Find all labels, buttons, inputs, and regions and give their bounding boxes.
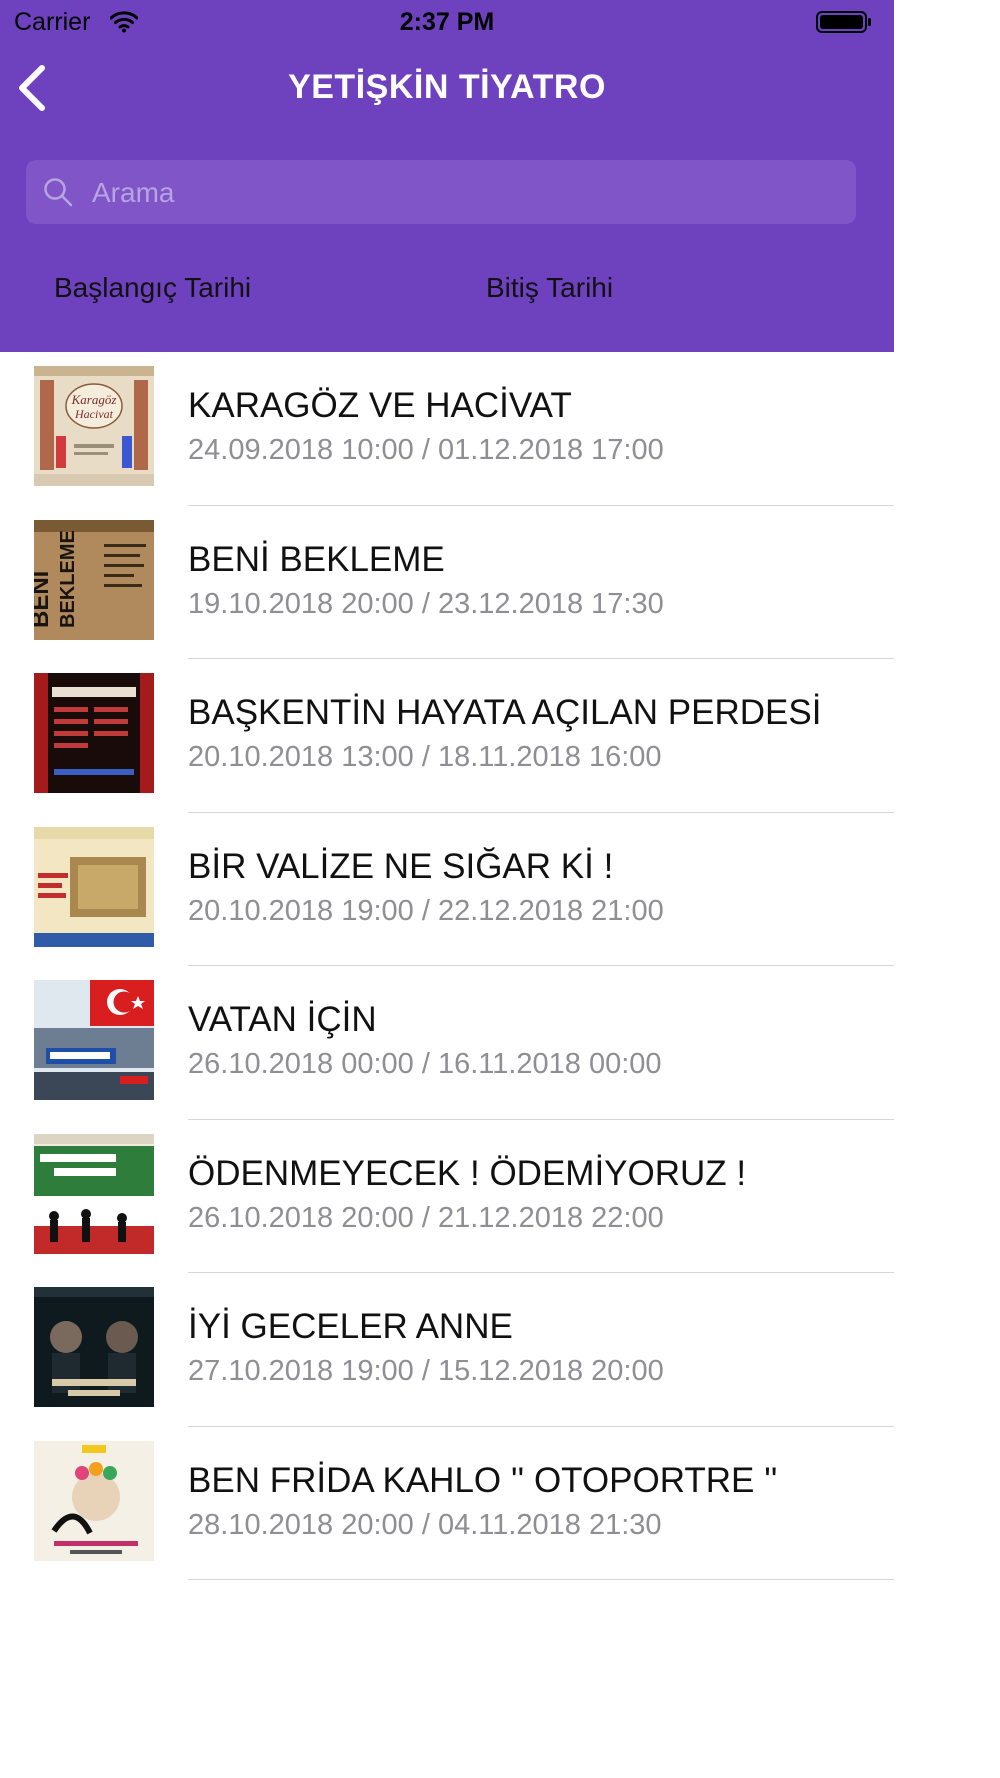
event-title: BİR VALİZE NE SIĞAR Kİ !: [188, 846, 614, 886]
end-date-filter[interactable]: Bitiş Tarihi: [486, 272, 613, 304]
start-date-filter[interactable]: Başlangıç Tarihi: [54, 272, 251, 304]
row-divider: [188, 1579, 894, 1580]
status-bar: Carrier 2:37 PM: [0, 0, 894, 44]
svg-text:BENİ: BENİ: [34, 570, 54, 627]
event-list: Karagöz Hacivat KARAGÖZ VE HACİVAT 24.09…: [0, 352, 894, 1580]
list-item[interactable]: VATAN İÇİN 26.10.2018 00:00 / 16.11.2018…: [0, 966, 894, 1120]
event-poster: [34, 1440, 154, 1561]
battery-icon: [816, 11, 871, 33]
event-title: BAŞKENTİN HAYATA AÇILAN PERDESİ: [188, 693, 822, 732]
event-poster: [34, 1287, 154, 1407]
list-item[interactable]: BAŞKENTİN HAYATA AÇILAN PERDESİ 20.10.20…: [0, 659, 894, 813]
event-title: BENİ BEKLEME: [188, 539, 445, 579]
status-time: 2:37 PM: [399, 8, 495, 36]
event-poster: [34, 826, 154, 947]
svg-text:Karagöz: Karagöz: [71, 392, 117, 407]
event-dates: 20.10.2018 19:00 / 22.12.2018 21:00: [188, 894, 664, 927]
event-dates: 26.10.2018 20:00 / 21.12.2018 22:00: [188, 1201, 664, 1234]
search-input[interactable]: [90, 160, 844, 226]
list-item[interactable]: Karagöz Hacivat KARAGÖZ VE HACİVAT 24.09…: [0, 352, 894, 506]
list-item[interactable]: İYİ GECELER ANNE 27.10.2018 19:00 / 15.1…: [0, 1273, 894, 1427]
list-item[interactable]: BEN FRİDA KAHLO '' OTOPORTRE '' 28.10.20…: [0, 1427, 894, 1580]
page-title: YETİŞKİN TİYATRO: [288, 68, 606, 106]
event-poster: [34, 1133, 154, 1254]
list-item[interactable]: ÖDENMEYECEK ! ÖDEMİYORUZ ! 26.10.2018 20…: [0, 1120, 894, 1273]
event-dates: 26.10.2018 00:00 / 16.11.2018 00:00: [188, 1048, 662, 1080]
event-poster: [34, 980, 154, 1100]
event-title: İYİ GECELER ANNE: [188, 1307, 513, 1346]
event-dates: 28.10.2018 20:00 / 04.11.2018 21:30: [188, 1508, 662, 1541]
app-screen: Carrier 2:37 PM YETİŞKİN TİYATRO Arama B…: [0, 0, 894, 1778]
event-title: ÖDENMEYECEK ! ÖDEMİYORUZ !: [188, 1153, 747, 1193]
list-item[interactable]: BENİ BEKLEME BENİ BEKLEME 19.10.2018 20:…: [0, 506, 894, 659]
event-title: BEN FRİDA KAHLO '' OTOPORTRE '': [188, 1460, 778, 1500]
event-dates: 24.09.2018 10:00 / 01.12.2018 17:00: [188, 434, 664, 466]
event-dates: 27.10.2018 19:00 / 15.12.2018 20:00: [188, 1355, 664, 1387]
svg-text:BEKLEME: BEKLEME: [57, 530, 79, 628]
search-bar[interactable]: [26, 160, 856, 226]
header: Carrier 2:37 PM YETİŞKİN TİYATRO Arama B…: [0, 0, 894, 352]
event-title: VATAN İÇİN: [188, 1000, 377, 1039]
svg-text:Hacivat: Hacivat: [74, 407, 114, 421]
list-item[interactable]: BİR VALİZE NE SIĞAR Kİ ! 20.10.2018 19:0…: [0, 813, 894, 966]
event-dates: 19.10.2018 20:00 / 23.12.2018 17:30: [188, 587, 664, 620]
event-title: KARAGÖZ VE HACİVAT: [188, 386, 572, 425]
event-poster: BENİ BEKLEME: [34, 519, 154, 640]
event-poster: [34, 673, 154, 793]
event-dates: 20.10.2018 13:00 / 18.11.2018 16:00: [188, 741, 662, 773]
search-icon: [44, 178, 73, 207]
event-poster: Karagöz Hacivat: [34, 366, 154, 486]
